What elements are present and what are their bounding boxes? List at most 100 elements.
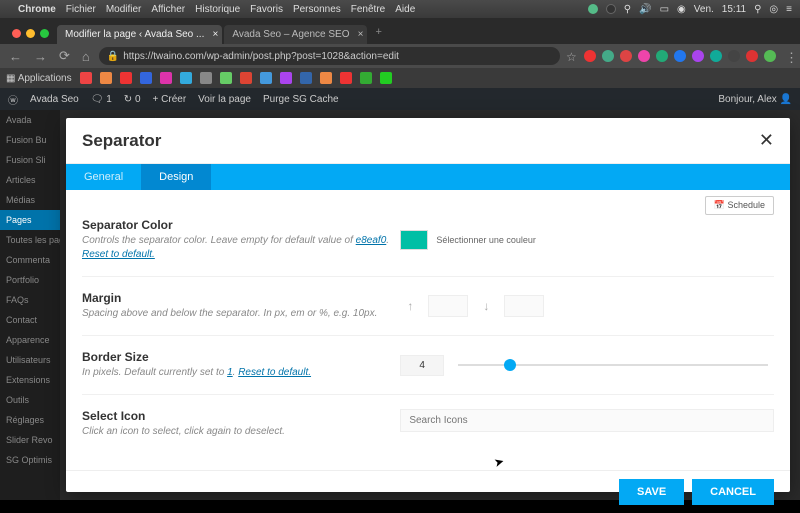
- bookmark-icon[interactable]: [220, 72, 232, 84]
- menu-personnes[interactable]: Personnes: [293, 4, 341, 15]
- bookmark-icon[interactable]: [320, 72, 332, 84]
- bookmark-icon[interactable]: [180, 72, 192, 84]
- bookmark-star-icon[interactable]: ☆: [566, 50, 578, 62]
- sidebar-item[interactable]: Extensions: [0, 370, 60, 390]
- tab-inactive[interactable]: Avada Seo – Agence SEO ×: [224, 25, 367, 44]
- bookmark-icon[interactable]: [240, 72, 252, 84]
- close-tab-icon[interactable]: ×: [213, 29, 219, 40]
- bookmark-icon[interactable]: [120, 72, 132, 84]
- close-tab-icon[interactable]: ×: [358, 29, 364, 40]
- sidebar-item[interactable]: Portfolio: [0, 270, 60, 290]
- bookmark-icon[interactable]: [280, 72, 292, 84]
- cancel-button[interactable]: CANCEL: [692, 479, 774, 505]
- default-color-link[interactable]: e8eaf0: [356, 235, 387, 246]
- home-button[interactable]: ⌂: [79, 49, 93, 64]
- bookmark-icon[interactable]: [380, 72, 392, 84]
- menu-icon[interactable]: ≡: [786, 4, 792, 15]
- bookmark-icon[interactable]: [100, 72, 112, 84]
- sidebar-item[interactable]: Toutes les pag: [0, 230, 60, 250]
- sidebar-item[interactable]: Slider Revo: [0, 430, 60, 450]
- sidebar-item[interactable]: Contact: [0, 310, 60, 330]
- color-swatch[interactable]: [400, 230, 428, 250]
- battery-icon[interactable]: ▭: [660, 4, 669, 15]
- ext-icon[interactable]: [620, 50, 632, 62]
- updates-count[interactable]: ↻ 0: [124, 94, 141, 105]
- new-content[interactable]: + Créer: [153, 94, 187, 105]
- sidebar-item[interactable]: SG Optimis: [0, 450, 60, 470]
- chrome-menu-icon[interactable]: ⋮: [782, 50, 794, 62]
- menu-favoris[interactable]: Favoris: [250, 4, 283, 15]
- back-button[interactable]: ←: [6, 49, 25, 64]
- border-default-link[interactable]: 1: [227, 367, 233, 378]
- window-controls[interactable]: [6, 29, 55, 44]
- siri-icon[interactable]: ◎: [769, 4, 778, 15]
- greeting[interactable]: Bonjour, Alex 👤: [718, 94, 792, 105]
- bookmark-icon[interactable]: [300, 72, 312, 84]
- border-slider[interactable]: [458, 364, 768, 366]
- site-name[interactable]: Avada Seo: [30, 94, 79, 105]
- obs-icon[interactable]: [606, 4, 616, 14]
- ext-icon[interactable]: [602, 50, 614, 62]
- sidebar-item[interactable]: Apparence: [0, 330, 60, 350]
- bookmark-icon[interactable]: [200, 72, 212, 84]
- sidebar-item[interactable]: Réglages: [0, 410, 60, 430]
- bookmark-icon[interactable]: [340, 72, 352, 84]
- ext-icon[interactable]: [656, 50, 668, 62]
- bookmark-icon[interactable]: [360, 72, 372, 84]
- comments-count[interactable]: 🗨 1: [91, 94, 112, 105]
- tab-design[interactable]: Design: [141, 164, 211, 190]
- menu-afficher[interactable]: Afficher: [151, 4, 185, 15]
- bookmark-icon[interactable]: [140, 72, 152, 84]
- wp-logo-icon[interactable]: ⓦ: [8, 92, 18, 107]
- menu-aide[interactable]: Aide: [395, 4, 415, 15]
- new-tab-button[interactable]: +: [369, 26, 387, 44]
- margin-bottom-input[interactable]: [504, 295, 544, 317]
- ext-icon[interactable]: [674, 50, 686, 62]
- bookmark-icon[interactable]: [260, 72, 272, 84]
- tab-active[interactable]: Modifier la page ‹ Avada Seo ... ×: [57, 25, 222, 44]
- tab-general[interactable]: General: [66, 164, 141, 190]
- url-bar[interactable]: 🔒 https://twaino.com/wp-admin/post.php?p…: [99, 47, 560, 65]
- sidebar-item[interactable]: Articles: [0, 170, 60, 190]
- bookmark-icon[interactable]: [160, 72, 172, 84]
- save-button[interactable]: SAVE: [619, 479, 684, 505]
- spotlight-icon[interactable]: ⚲: [754, 4, 761, 15]
- avatar-icon[interactable]: [764, 50, 776, 62]
- app-name[interactable]: Chrome: [18, 4, 56, 15]
- apps-button[interactable]: ▦ Applications: [6, 73, 72, 84]
- sidebar-item[interactable]: Pages: [0, 210, 60, 230]
- reload-button[interactable]: ⟳: [56, 48, 73, 64]
- ext-icon[interactable]: [710, 50, 722, 62]
- sidebar-item[interactable]: FAQs: [0, 290, 60, 310]
- wifi-icon[interactable]: ⚲: [624, 4, 631, 15]
- sidebar-item[interactable]: Avada: [0, 110, 60, 130]
- ext-icon[interactable]: [746, 50, 758, 62]
- ext-icon[interactable]: [638, 50, 650, 62]
- menu-fichier[interactable]: Fichier: [66, 4, 96, 15]
- sidebar-item[interactable]: Utilisateurs: [0, 350, 60, 370]
- menu-historique[interactable]: Historique: [195, 4, 240, 15]
- volume-icon[interactable]: 🔊: [639, 4, 651, 15]
- sidebar-item[interactable]: Fusion Sli: [0, 150, 60, 170]
- margin-top-input[interactable]: [428, 295, 468, 317]
- ext-icon[interactable]: [584, 50, 596, 62]
- menu-fenetre[interactable]: Fenêtre: [351, 4, 385, 15]
- ext-icon[interactable]: [728, 50, 740, 62]
- sidebar-item[interactable]: Outils: [0, 390, 60, 410]
- sidebar-item[interactable]: Commenta: [0, 250, 60, 270]
- search-icons-input[interactable]: [400, 409, 774, 432]
- schedule-button[interactable]: 📅 Schedule: [705, 196, 774, 215]
- bookmark-icon[interactable]: [80, 72, 92, 84]
- sidebar-item[interactable]: Fusion Bu: [0, 130, 60, 150]
- slider-thumb[interactable]: [504, 359, 516, 371]
- close-button[interactable]: ✕: [759, 130, 774, 151]
- forward-button[interactable]: →: [31, 49, 50, 64]
- ext-icon[interactable]: [692, 50, 704, 62]
- wifi-signal-icon[interactable]: ◉: [677, 4, 686, 15]
- reset-link[interactable]: Reset to default.: [238, 367, 311, 378]
- border-value-box[interactable]: 4: [400, 355, 444, 376]
- view-page[interactable]: Voir la page: [198, 94, 251, 105]
- reset-link[interactable]: Reset to default.: [82, 249, 155, 260]
- color-picker-label[interactable]: Sélectionner une couleur: [436, 235, 536, 245]
- sidebar-item[interactable]: Médias: [0, 190, 60, 210]
